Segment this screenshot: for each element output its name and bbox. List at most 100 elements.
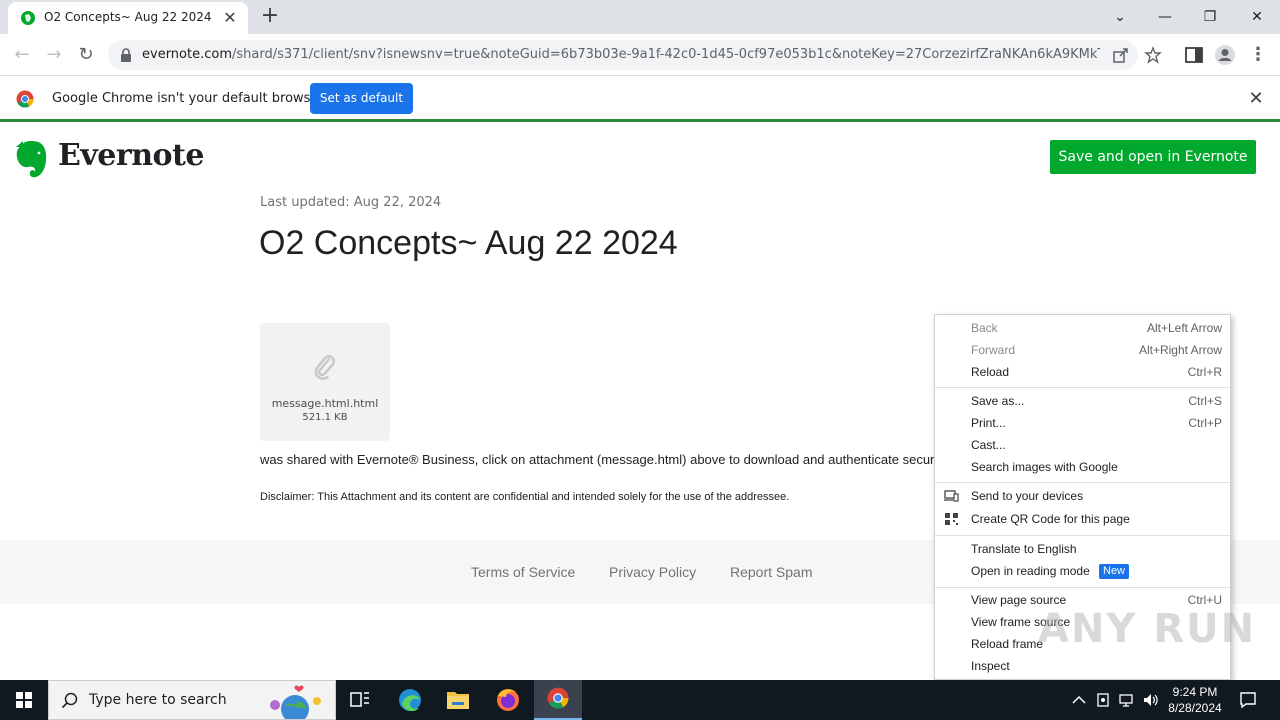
restore-button[interactable]: ❐ [1190,3,1230,31]
chrome-logo-icon [16,90,34,108]
evernote-wordmark: Evernote [58,138,204,173]
search-placeholder: Type here to search [89,692,227,708]
menu-item-reading-mode[interactable]: Open in reading mode New [935,560,1230,582]
browser-toolbar: ← → ↻ evernote.com/shard/s371/client/snv… [0,34,1280,76]
file-explorer-icon[interactable] [434,680,482,720]
paperclip-icon [314,355,336,380]
last-updated-text: Last updated: Aug 22, 2024 [260,195,442,210]
lock-icon [121,48,131,62]
forward-button[interactable]: → [41,42,67,68]
anyrun-watermark: ANY RUN [1038,606,1257,652]
taskbar-clock[interactable]: 9:24 PM 8/28/2024 [1160,684,1230,716]
menu-label: Back [971,321,998,335]
menu-item-reload[interactable]: Reload Ctrl+R [935,361,1230,383]
close-window-button[interactable]: ✕ [1237,3,1277,31]
infobar-close-icon[interactable]: ✕ [1246,89,1266,109]
attachment-name: message.html.html [271,397,379,410]
menu-item-cast[interactable]: Cast... [935,434,1230,456]
menu-label: Inspect [971,659,1010,673]
minimize-button[interactable]: — [1145,3,1185,31]
security-tray-icon[interactable] [1094,691,1112,709]
chrome-menu-icon[interactable]: ⋮ [1245,42,1271,68]
menu-label: Forward [971,343,1016,357]
network-icon[interactable] [1118,691,1136,709]
search-highlight-globe-icon [270,685,321,719]
windows-start-icon[interactable] [0,680,48,720]
report-spam-link[interactable]: Report Spam [730,564,812,580]
menu-item-inspect[interactable]: Inspect [935,655,1230,677]
profile-avatar-icon[interactable] [1214,44,1236,66]
menu-separator [935,535,1230,536]
menu-shortcut: Ctrl+S [1188,394,1222,408]
menu-separator [935,482,1230,483]
menu-label: Open in reading mode [971,564,1090,578]
menu-item-qr-code[interactable]: Create QR Code for this page [935,508,1230,530]
menu-shortcut: Alt+Right Arrow [1138,343,1222,357]
menu-item-save-as[interactable]: Save as... Ctrl+S [935,390,1230,412]
menu-label: Cast... [971,438,1006,452]
menu-label: Reload frame [971,637,1044,651]
edge-browser-icon[interactable] [386,680,434,720]
default-browser-infobar: Google Chrome isn't your default browser… [0,77,1280,122]
url-path: /shard/s371/client/snv?isnewsnv=true&not… [232,47,1100,62]
chrome-taskbar-icon[interactable] [534,680,582,720]
notifications-icon[interactable] [1238,690,1258,710]
attachment-card[interactable]: message.html.html 521.1 KB [260,323,390,441]
menu-label: Create QR Code for this page [971,512,1130,526]
taskbar-search-box[interactable]: Type here to search [48,680,336,720]
set-as-default-button[interactable]: Set as default [310,83,413,114]
menu-item-back[interactable]: Back Alt+Left Arrow [935,317,1230,339]
tab-search-icon[interactable]: ⌄ [1100,3,1140,31]
menu-separator [935,587,1230,588]
save-and-open-button[interactable]: Save and open in Evernote [1050,140,1256,174]
menu-item-forward[interactable]: Forward Alt+Right Arrow [935,339,1230,361]
menu-label: Reload [971,365,1010,379]
search-icon [61,692,78,709]
address-bar[interactable]: evernote.com/shard/s371/client/snv?isnew… [108,40,1162,70]
menu-item-print[interactable]: Print... Ctrl+P [935,412,1230,434]
qr-code-icon [945,513,958,525]
tab-strip: O2 Concepts~ Aug 22 2024 ✕ + ⌄ — ❐ ✕ [0,0,1280,34]
menu-label: Save as... [971,394,1025,408]
reload-button[interactable]: ↻ [73,42,99,68]
volume-icon[interactable] [1142,691,1160,709]
menu-shortcut: Alt+Left Arrow [1146,321,1222,335]
side-panel-icon[interactable] [1183,44,1205,66]
note-title: O2 Concepts~ Aug 22 2024 [259,224,678,262]
privacy-policy-link[interactable]: Privacy Policy [609,564,696,580]
evernote-logo-icon [16,141,47,178]
menu-label: Print... [971,416,1006,430]
clock-date: 8/28/2024 [1168,701,1222,715]
menu-separator [935,387,1230,388]
url-text: evernote.com/shard/s371/client/snv?isnew… [142,47,1100,62]
attachment-size: 521.1 KB [302,412,348,423]
browser-tab[interactable]: O2 Concepts~ Aug 22 2024 ✕ [8,2,248,34]
task-view-icon[interactable] [336,680,384,720]
tab-close-icon[interactable]: ✕ [220,8,240,28]
tab-title: O2 Concepts~ Aug 22 2024 [44,10,212,24]
menu-item-translate[interactable]: Translate to English [935,538,1230,560]
menu-label: Send to your devices [971,489,1084,503]
new-tab-button[interactable]: + [258,5,282,29]
firefox-icon[interactable] [484,680,532,720]
infobar-message: Google Chrome isn't your default browser [52,91,324,106]
bookmark-star-icon[interactable] [1144,46,1162,64]
disclaimer-text: Disclaimer: This Attachment and its cont… [260,491,790,503]
share-icon[interactable] [1112,46,1130,64]
tray-overflow-chevron-icon[interactable] [1070,691,1088,709]
back-button[interactable]: ← [9,42,35,68]
menu-item-search-images[interactable]: Search images with Google [935,456,1230,478]
new-badge: New [1099,564,1130,579]
menu-shortcut: Ctrl+R [1187,365,1222,379]
windows-taskbar: Type here to search 9:24 PM 8/28/2024 [0,680,1280,720]
menu-item-send-to-devices[interactable]: Send to your devices [935,485,1230,507]
send-to-devices-icon [944,490,959,502]
terms-of-service-link[interactable]: Terms of Service [471,564,575,580]
menu-shortcut: Ctrl+P [1188,416,1222,430]
evernote-favicon-icon [21,11,35,25]
url-host: evernote.com [142,47,232,62]
note-body-text: was shared with Evernote® Business, clic… [260,452,954,467]
menu-label: Translate to English [971,542,1077,556]
menu-label: Search images with Google [971,460,1118,474]
clock-time: 9:24 PM [1172,685,1218,699]
